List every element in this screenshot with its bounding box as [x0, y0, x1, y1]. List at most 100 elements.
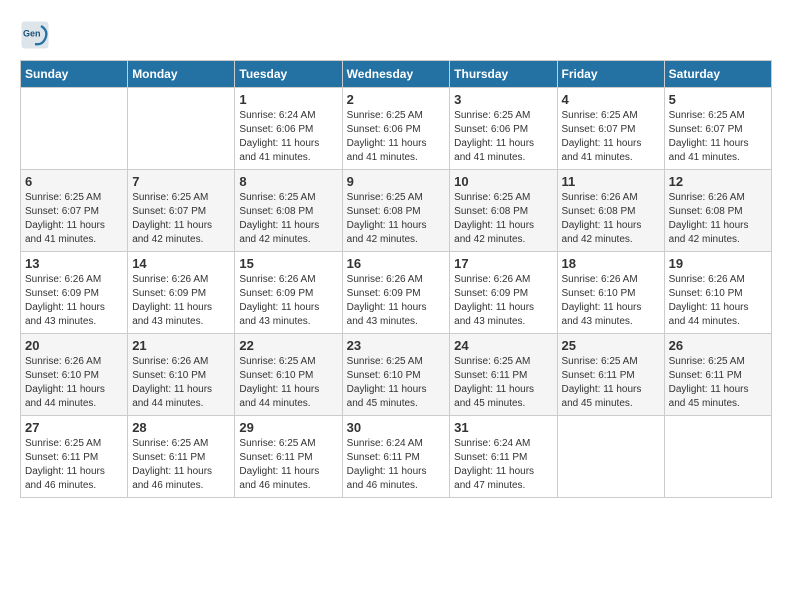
weekday-header: Saturday	[664, 61, 771, 88]
calendar-cell: 2 Sunrise: 6:25 AM Sunset: 6:06 PM Daylig…	[342, 88, 450, 170]
calendar-cell: 31 Sunrise: 6:24 AM Sunset: 6:11 PM Dayli…	[450, 416, 557, 498]
svg-text:Gen: Gen	[23, 29, 41, 39]
day-info: Sunrise: 6:26 AM Sunset: 6:10 PM Dayligh…	[132, 355, 230, 411]
day-info: Sunrise: 6:24 AM Sunset: 6:11 PM Dayligh…	[454, 437, 552, 493]
day-number: 27	[25, 420, 123, 435]
calendar-cell	[557, 416, 664, 498]
calendar-cell	[128, 88, 235, 170]
calendar-cell: 29Sunrise: 6:25 AM Sunset: 6:11 PM Dayli…	[235, 416, 342, 498]
calendar-cell: 5 Sunrise: 6:25 AM Sunset: 6:07 PM Daylig…	[664, 88, 771, 170]
day-info: Sunrise: 6:26 AM Sunset: 6:09 PM Dayligh…	[25, 273, 123, 329]
calendar-cell: 25 Sunrise: 6:25 AM Sunset: 6:11 PM Dayli…	[557, 334, 664, 416]
calendar-cell: 19Sunrise: 6:26 AM Sunset: 6:10 PM Dayli…	[664, 252, 771, 334]
day-info: Sunrise: 6:24 AM Sunset: 6:11 PM Dayligh…	[347, 437, 446, 493]
day-number: 31	[454, 420, 552, 435]
day-number: 11	[562, 174, 660, 189]
calendar-week-row: 1 Sunrise: 6:24 AM Sunset: 6:06 PM Daylig…	[21, 88, 772, 170]
calendar-cell: 8 Sunrise: 6:25 AM Sunset: 6:08 PM Daylig…	[235, 170, 342, 252]
calendar-cell: 30 Sunrise: 6:24 AM Sunset: 6:11 PM Dayli…	[342, 416, 450, 498]
day-info: Sunrise: 6:25 AM Sunset: 6:11 PM Dayligh…	[562, 355, 660, 411]
day-info: Sunrise: 6:25 AM Sunset: 6:10 PM Dayligh…	[347, 355, 446, 411]
calendar-cell: 12 Sunrise: 6:26 AM Sunset: 6:08 PM Dayli…	[664, 170, 771, 252]
calendar-cell: 13 Sunrise: 6:26 AM Sunset: 6:09 PM Dayli…	[21, 252, 128, 334]
day-number: 14	[132, 256, 230, 271]
weekday-header: Tuesday	[235, 61, 342, 88]
day-number: 16	[347, 256, 446, 271]
calendar-cell: 23 Sunrise: 6:25 AM Sunset: 6:10 PM Dayli…	[342, 334, 450, 416]
calendar-cell: 18 Sunrise: 6:26 AM Sunset: 6:10 PM Dayli…	[557, 252, 664, 334]
day-number: 15	[239, 256, 337, 271]
calendar-cell	[21, 88, 128, 170]
calendar-cell: 28Sunrise: 6:25 AM Sunset: 6:11 PM Dayli…	[128, 416, 235, 498]
calendar-cell: 20Sunrise: 6:26 AM Sunset: 6:10 PM Dayli…	[21, 334, 128, 416]
weekday-header: Thursday	[450, 61, 557, 88]
calendar-cell: 21 Sunrise: 6:26 AM Sunset: 6:10 PM Dayli…	[128, 334, 235, 416]
calendar-cell: 1 Sunrise: 6:24 AM Sunset: 6:06 PM Daylig…	[235, 88, 342, 170]
day-info: Sunrise: 6:25 AM Sunset: 6:08 PM Dayligh…	[454, 191, 552, 247]
logo: Gen	[20, 20, 54, 50]
day-info: Sunrise: 6:26 AM Sunset: 6:09 PM Dayligh…	[132, 273, 230, 329]
logo-icon: Gen	[20, 20, 50, 50]
day-number: 21	[132, 338, 230, 353]
day-number: 28	[132, 420, 230, 435]
calendar-week-row: 20Sunrise: 6:26 AM Sunset: 6:10 PM Dayli…	[21, 334, 772, 416]
day-info: Sunrise: 6:26 AM Sunset: 6:08 PM Dayligh…	[562, 191, 660, 247]
day-info: Sunrise: 6:25 AM Sunset: 6:07 PM Dayligh…	[132, 191, 230, 247]
calendar-cell: 17 Sunrise: 6:26 AM Sunset: 6:09 PM Dayli…	[450, 252, 557, 334]
weekday-header-row: SundayMondayTuesdayWednesdayThursdayFrid…	[21, 61, 772, 88]
day-info: Sunrise: 6:25 AM Sunset: 6:07 PM Dayligh…	[25, 191, 123, 247]
day-number: 9	[347, 174, 446, 189]
day-number: 17	[454, 256, 552, 271]
day-info: Sunrise: 6:25 AM Sunset: 6:06 PM Dayligh…	[454, 109, 552, 165]
calendar: SundayMondayTuesdayWednesdayThursdayFrid…	[20, 60, 772, 498]
calendar-cell: 4 Sunrise: 6:25 AM Sunset: 6:07 PM Daylig…	[557, 88, 664, 170]
day-number: 8	[239, 174, 337, 189]
calendar-cell: 27 Sunrise: 6:25 AM Sunset: 6:11 PM Dayli…	[21, 416, 128, 498]
day-info: Sunrise: 6:26 AM Sunset: 6:08 PM Dayligh…	[669, 191, 767, 247]
day-number: 10	[454, 174, 552, 189]
day-number: 13	[25, 256, 123, 271]
day-info: Sunrise: 6:25 AM Sunset: 6:11 PM Dayligh…	[669, 355, 767, 411]
day-number: 3	[454, 92, 552, 107]
weekday-header: Friday	[557, 61, 664, 88]
calendar-week-row: 6 Sunrise: 6:25 AM Sunset: 6:07 PM Daylig…	[21, 170, 772, 252]
calendar-cell: 24Sunrise: 6:25 AM Sunset: 6:11 PM Dayli…	[450, 334, 557, 416]
day-info: Sunrise: 6:26 AM Sunset: 6:10 PM Dayligh…	[562, 273, 660, 329]
day-number: 12	[669, 174, 767, 189]
day-number: 2	[347, 92, 446, 107]
day-info: Sunrise: 6:25 AM Sunset: 6:08 PM Dayligh…	[239, 191, 337, 247]
weekday-header: Wednesday	[342, 61, 450, 88]
calendar-cell: 10 Sunrise: 6:25 AM Sunset: 6:08 PM Dayli…	[450, 170, 557, 252]
page-header: Gen	[20, 20, 772, 50]
day-number: 7	[132, 174, 230, 189]
calendar-cell: 14 Sunrise: 6:26 AM Sunset: 6:09 PM Dayli…	[128, 252, 235, 334]
day-number: 5	[669, 92, 767, 107]
day-number: 18	[562, 256, 660, 271]
day-info: Sunrise: 6:25 AM Sunset: 6:11 PM Dayligh…	[454, 355, 552, 411]
day-info: Sunrise: 6:25 AM Sunset: 6:11 PM Dayligh…	[25, 437, 123, 493]
day-number: 1	[239, 92, 337, 107]
weekday-header: Sunday	[21, 61, 128, 88]
day-number: 25	[562, 338, 660, 353]
weekday-header: Monday	[128, 61, 235, 88]
calendar-cell: 7 Sunrise: 6:25 AM Sunset: 6:07 PM Daylig…	[128, 170, 235, 252]
day-number: 4	[562, 92, 660, 107]
day-info: Sunrise: 6:25 AM Sunset: 6:07 PM Dayligh…	[669, 109, 767, 165]
calendar-cell: 16Sunrise: 6:26 AM Sunset: 6:09 PM Dayli…	[342, 252, 450, 334]
day-info: Sunrise: 6:24 AM Sunset: 6:06 PM Dayligh…	[239, 109, 337, 165]
day-number: 6	[25, 174, 123, 189]
day-info: Sunrise: 6:25 AM Sunset: 6:07 PM Dayligh…	[562, 109, 660, 165]
day-info: Sunrise: 6:26 AM Sunset: 6:10 PM Dayligh…	[25, 355, 123, 411]
day-number: 23	[347, 338, 446, 353]
day-number: 19	[669, 256, 767, 271]
calendar-cell: 15 Sunrise: 6:26 AM Sunset: 6:09 PM Dayli…	[235, 252, 342, 334]
calendar-cell: 3 Sunrise: 6:25 AM Sunset: 6:06 PM Daylig…	[450, 88, 557, 170]
calendar-cell: 22Sunrise: 6:25 AM Sunset: 6:10 PM Dayli…	[235, 334, 342, 416]
day-info: Sunrise: 6:25 AM Sunset: 6:06 PM Dayligh…	[347, 109, 446, 165]
day-info: Sunrise: 6:26 AM Sunset: 6:09 PM Dayligh…	[454, 273, 552, 329]
day-number: 26	[669, 338, 767, 353]
day-info: Sunrise: 6:26 AM Sunset: 6:09 PM Dayligh…	[239, 273, 337, 329]
calendar-cell	[664, 416, 771, 498]
day-number: 30	[347, 420, 446, 435]
day-number: 22	[239, 338, 337, 353]
